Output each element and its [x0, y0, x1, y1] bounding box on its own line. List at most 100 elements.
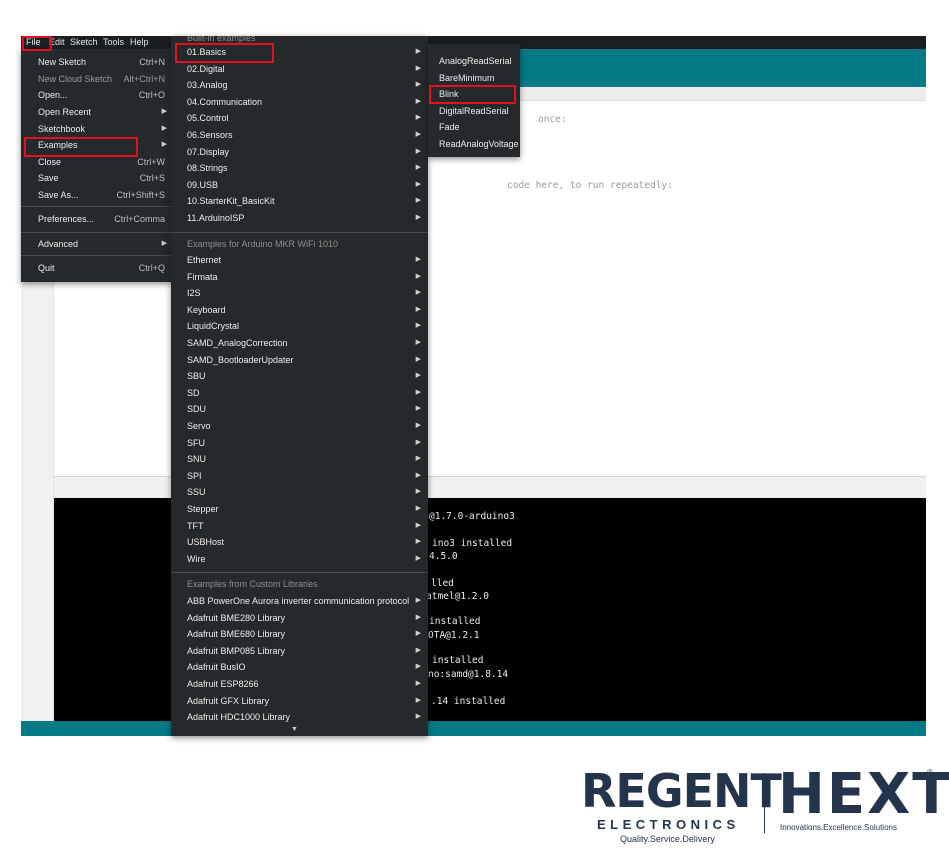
file-menu-item-new-cloud-sketch[interactable]: New Cloud Sketch Alt+Ctrl+N [21, 71, 174, 88]
logo-hext-tagline: Innovations.Excellence.Solutions [780, 823, 897, 832]
menu-item-label: Open Recent [38, 107, 92, 117]
examples-item-board[interactable]: SDU ▶ [171, 401, 428, 418]
examples-item-board[interactable]: SAMD_BootloaderUpdater ▶ [171, 352, 428, 369]
examples-item-builtin[interactable]: 11.ArduinoISP ▶ [171, 210, 428, 227]
examples-item-custom[interactable]: ABB PowerOne Aurora inverter communicati… [171, 593, 428, 610]
examples-item-builtin[interactable]: 08.Strings ▶ [171, 160, 428, 177]
examples-item-board[interactable]: SD ▶ [171, 385, 428, 402]
highlight-examples [24, 137, 138, 157]
submenu-arrow-icon: ▶ [415, 521, 421, 529]
examples-item-builtin[interactable]: 07.Display ▶ [171, 144, 428, 161]
menu-item-label: ReadAnalogVoltage [439, 139, 519, 149]
menu-item-label: SAMD_BootloaderUpdater [187, 354, 294, 365]
console-line: .14 installed [431, 696, 506, 707]
menu-item-label: 05.Control [187, 113, 229, 124]
menu-item-label: Keyboard [187, 304, 226, 315]
submenu-arrow-icon: ▶ [415, 322, 421, 330]
submenu-arrow-icon: ▶ [415, 554, 421, 562]
examples-item-board[interactable]: Ethernet ▶ [171, 252, 428, 269]
submenu-arrow-icon: ▶ [415, 663, 421, 671]
menu-item-label: Ethernet [187, 255, 222, 265]
basics-item-readanalogvoltage[interactable]: ReadAnalogVoltage [428, 136, 520, 153]
file-menu-item-new-sketch[interactable]: New Sketch Ctrl+N [21, 54, 174, 71]
menubar-help[interactable]: Help [130, 37, 149, 47]
submenu-arrow-icon: ▶ [415, 272, 421, 280]
examples-item-custom[interactable]: Adafruit BME680 Library ▶ [171, 626, 428, 643]
basics-item-analogreadserial[interactable]: AnalogReadSerial [428, 53, 520, 70]
examples-item-custom[interactable]: Adafruit BME280 Library ▶ [171, 610, 428, 627]
menu-separator [171, 572, 428, 573]
menu-item-label: Adafruit BME280 Library [187, 612, 286, 623]
examples-item-board[interactable]: I2S ▶ [171, 285, 428, 302]
file-menu-item-quit[interactable]: Quit Ctrl+Q [21, 260, 174, 277]
menu-item-label: Quit [38, 263, 55, 273]
console-line: atmel@1.2.0 [426, 591, 489, 602]
examples-item-custom[interactable]: Adafruit HDC1000 Library ▶ [171, 709, 428, 726]
menu-item-label: New Cloud Sketch [38, 73, 113, 84]
file-menu-item-save[interactable]: Save Ctrl+S [21, 170, 174, 187]
examples-item-board[interactable]: SAMD_AnalogCorrection ▶ [171, 335, 428, 352]
examples-item-board[interactable]: SSU ▶ [171, 484, 428, 501]
menu-item-label: 02.Digital [187, 63, 225, 74]
examples-item-board[interactable]: Stepper ▶ [171, 501, 428, 518]
examples-item-custom[interactable]: Adafruit BusIO ▶ [171, 659, 428, 676]
submenu-arrow-icon: ▶ [415, 64, 421, 72]
menubar-tools[interactable]: Tools [103, 37, 124, 47]
submenu-arrow-icon: ▶ [415, 438, 421, 446]
examples-item-builtin[interactable]: 04.Communication ▶ [171, 94, 428, 111]
menu-item-label: LiquidCrystal [187, 321, 240, 332]
submenu-arrow-icon: ▶ [415, 405, 421, 413]
examples-item-board[interactable]: SFU ▶ [171, 435, 428, 452]
menu-item-label: Save [38, 173, 59, 183]
menu-item-label: DigitalReadSerial [439, 105, 509, 116]
logo-divider [764, 773, 765, 833]
file-menu-item-preferences[interactable]: Preferences... Ctrl+Comma [21, 211, 174, 228]
basics-item-digitalreadserial[interactable]: DigitalReadSerial [428, 103, 520, 120]
submenu-arrow-icon: ▶ [415, 422, 421, 429]
examples-item-board[interactable]: LiquidCrystal ▶ [171, 318, 428, 335]
menu-item-label: Adafruit BusIO [187, 662, 246, 673]
examples-item-board[interactable]: USBHost ▶ [171, 534, 428, 551]
menu-item-label: SDU [187, 404, 207, 415]
examples-item-builtin[interactable]: 06.Sensors ▶ [171, 127, 428, 144]
menu-item-label: ABB PowerOne Aurora inverter communicati… [187, 596, 410, 606]
menu-item-label: Servo [187, 421, 211, 431]
examples-item-board[interactable]: SBU ▶ [171, 368, 428, 385]
submenu-arrow-icon: ▶ [415, 646, 421, 654]
file-menu-item-open[interactable]: Open... Ctrl+O [21, 87, 174, 104]
examples-item-builtin[interactable]: 02.Digital ▶ [171, 61, 428, 78]
basics-item-bareminimum[interactable]: BareMinimum [428, 70, 520, 87]
examples-item-board[interactable]: SNU ▶ [171, 451, 428, 468]
menubar-sketch[interactable]: Sketch [70, 37, 98, 47]
examples-item-custom[interactable]: Adafruit BMP085 Library ▶ [171, 643, 428, 660]
highlight-blink [429, 85, 516, 104]
submenu-arrow-icon: ▶ [415, 305, 421, 313]
examples-item-board[interactable]: Wire ▶ [171, 551, 428, 568]
file-menu-item-advanced[interactable]: Advanced ▶ [21, 236, 174, 253]
examples-item-builtin[interactable]: 09.USB ▶ [171, 177, 428, 194]
menu-item-label: Fade [439, 122, 460, 133]
examples-item-custom[interactable]: Adafruit ESP8266 ▶ [171, 676, 428, 693]
examples-item-board[interactable]: TFT ▶ [171, 518, 428, 535]
file-menu-item-open-recent[interactable]: Open Recent ▶ [21, 104, 174, 121]
menu-item-shortcut: Ctrl+N [139, 57, 165, 67]
examples-item-builtin[interactable]: 03.Analog ▶ [171, 77, 428, 94]
submenu-arrow-icon: ▶ [415, 339, 421, 346]
examples-item-board[interactable]: Firmata ▶ [171, 269, 428, 286]
menu-item-label: Open... [38, 90, 68, 100]
examples-item-board[interactable]: SPI ▶ [171, 468, 428, 485]
basics-item-fade[interactable]: Fade [428, 119, 520, 136]
examples-item-builtin[interactable]: 05.Control ▶ [171, 110, 428, 127]
file-menu-item-sketchbook[interactable]: Sketchbook ▶ [21, 121, 174, 138]
examples-item-board[interactable]: Servo ▶ [171, 418, 428, 435]
submenu-arrow-icon: ▶ [415, 355, 421, 363]
console-line: installed [432, 655, 484, 666]
file-menu-item-save-as[interactable]: Save As... Ctrl+Shift+S [21, 187, 174, 204]
submenu-arrow-icon: ▶ [415, 97, 421, 105]
scroll-down-arrow-icon[interactable]: ▼ [291, 726, 298, 733]
code-line: once: [538, 114, 567, 125]
menu-item-shortcut: Alt+Ctrl+N [123, 73, 165, 84]
examples-item-board[interactable]: Keyboard ▶ [171, 302, 428, 319]
examples-item-builtin[interactable]: 10.StarterKit_BasicKit ▶ [171, 193, 428, 210]
examples-item-custom[interactable]: Adafruit GFX Library ▶ [171, 693, 428, 710]
